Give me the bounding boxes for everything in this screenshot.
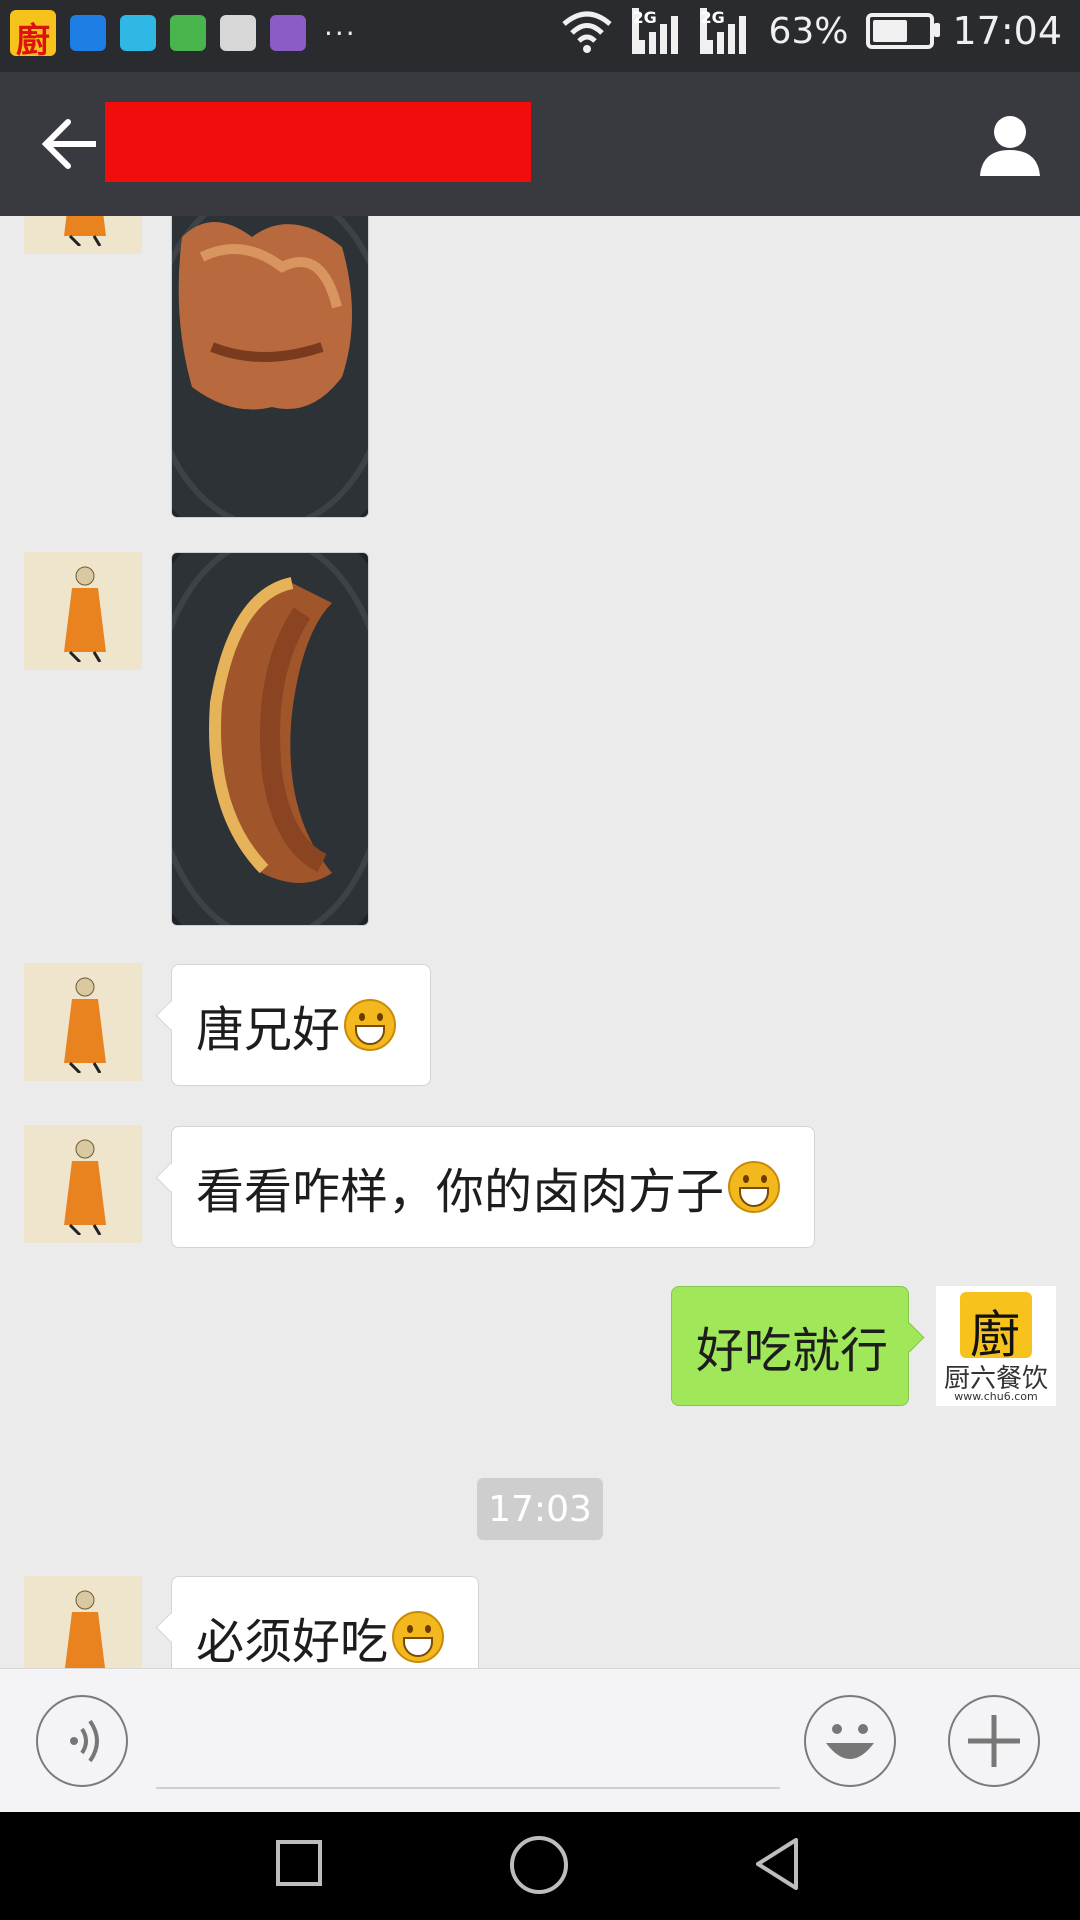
status-left: ···: [10, 10, 357, 56]
more-notifications-icon: ···: [324, 16, 357, 50]
battery-icon: [866, 13, 941, 49]
smiley-face-icon: [826, 1724, 874, 1759]
grin-emoji-icon: [392, 1611, 445, 1663]
input-bar: [0, 1668, 1080, 1813]
voice-icon: [70, 1719, 99, 1763]
image-message[interactable]: [171, 216, 369, 518]
voice-button[interactable]: [36, 1695, 128, 1787]
contact-avatar[interactable]: [24, 552, 142, 670]
status-right: 2G 2G 63% 17:04: [560, 8, 1062, 54]
plus-icon: [968, 1715, 1020, 1767]
grin-emoji-icon: [344, 999, 397, 1051]
app-notification-icon: [120, 15, 156, 51]
app-notification-icon: [270, 15, 306, 51]
back-button[interactable]: [748, 1834, 808, 1894]
more-button[interactable]: [948, 1695, 1040, 1787]
contact-avatar[interactable]: [24, 1576, 142, 1668]
app-notification-icon: [220, 15, 256, 51]
app-notification-icon: [170, 15, 206, 51]
message-input[interactable]: [156, 1787, 780, 1789]
chat-header: [0, 72, 1080, 216]
chu6-logo: [960, 1292, 1032, 1367]
home-button[interactable]: [510, 1836, 568, 1894]
person-icon[interactable]: [978, 114, 1042, 176]
message-list[interactable]: 唐兄好 看看咋样，你的卤肉方子 好吃就行 厨六餐饮 www.chu6.com 1…: [0, 216, 1080, 1668]
my-avatar[interactable]: 厨六餐饮 www.chu6.com: [936, 1286, 1056, 1406]
app-notification-icon: [70, 15, 106, 51]
image-message[interactable]: [171, 552, 369, 926]
wifi-icon: [562, 11, 613, 53]
emoji-button[interactable]: [804, 1695, 896, 1787]
signal-icon: 2G: [700, 8, 750, 54]
contact-avatar[interactable]: [24, 216, 142, 254]
text-message[interactable]: 看看咋样，你的卤肉方子: [171, 1126, 815, 1248]
time-separator: 17:03: [477, 1478, 603, 1540]
status-bar: ··· 2G 2G 63% 17:04: [0, 0, 1080, 72]
system-nav-bar: [0, 1812, 1080, 1920]
chu6-logo: [10, 10, 56, 56]
signal-icon: 2G: [632, 8, 682, 54]
text-message[interactable]: 必须好吃: [171, 1576, 479, 1668]
status-time: 17:04: [952, 9, 1062, 53]
battery-percent: 63%: [768, 10, 849, 52]
contact-avatar[interactable]: [24, 1125, 142, 1243]
chat-title-redacted: [105, 102, 531, 182]
recent-apps-button[interactable]: [276, 1840, 322, 1886]
my-text-message[interactable]: 好吃就行: [671, 1286, 909, 1406]
back-arrow-icon[interactable]: [38, 116, 102, 172]
grin-emoji-icon: [728, 1161, 781, 1213]
text-message[interactable]: 唐兄好: [171, 964, 431, 1086]
contact-avatar[interactable]: [24, 963, 142, 1081]
